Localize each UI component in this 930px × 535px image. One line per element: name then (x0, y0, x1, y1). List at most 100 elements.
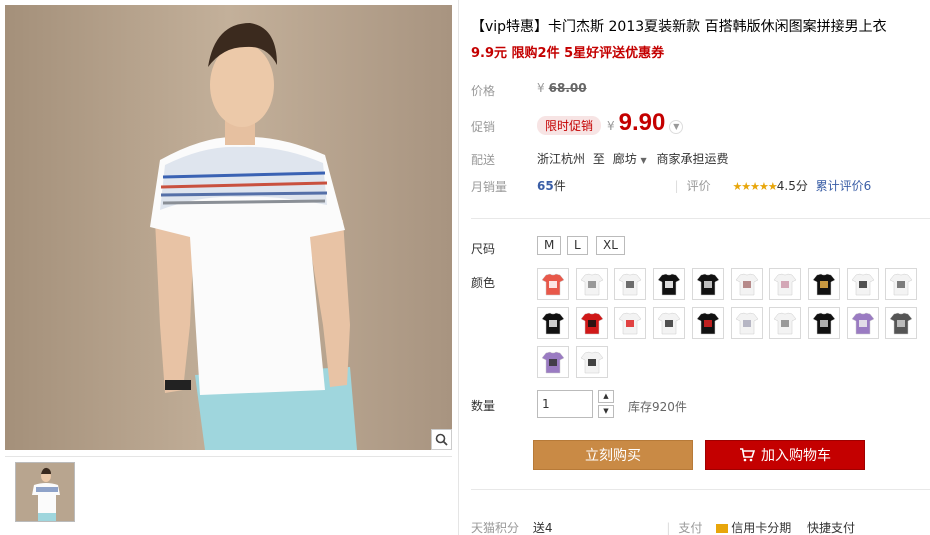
cart-icon (740, 448, 755, 462)
size-option-m[interactable]: M (537, 236, 562, 255)
tshirt-icon (657, 312, 681, 335)
shipping-fee-note: 商家承担运费 (656, 152, 729, 166)
tshirt-icon (851, 273, 874, 296)
tshirt-icon (851, 312, 874, 335)
size-option-l[interactable]: L (567, 236, 588, 255)
review-count-link[interactable]: 累计评价6 (816, 179, 872, 193)
quantity-input[interactable] (537, 390, 593, 418)
buy-now-button[interactable]: 立刻购买 (533, 440, 693, 470)
tshirt-icon (580, 312, 604, 335)
product-info-panel: 【vip特惠】卡门杰斯 2013夏装新款 百搭韩版休闲图案拼接男上衣 9.9元 … (458, 0, 930, 535)
quantity-label: 数量 (471, 399, 496, 413)
promo-currency: ¥ (607, 119, 615, 133)
color-swatch[interactable] (769, 268, 802, 300)
color-swatch[interactable] (769, 307, 802, 339)
section-divider (471, 218, 930, 219)
color-swatch[interactable] (730, 307, 763, 339)
color-swatch[interactable] (537, 268, 569, 300)
color-swatch[interactable] (846, 268, 879, 300)
divider: | (666, 521, 671, 535)
zoom-button[interactable] (431, 429, 452, 450)
sales-label: 月销量 (471, 180, 508, 194)
color-swatch[interactable] (575, 268, 608, 300)
ship-to-word: 至 (592, 152, 605, 166)
tshirt-icon (619, 312, 642, 335)
color-swatch[interactable] (807, 268, 840, 300)
sales-row: 65件 | 评价 ★★★★★4.5分 累计评价6 (537, 177, 871, 194)
tshirt-icon (812, 273, 836, 296)
points-label: 天猫积分 (471, 521, 520, 535)
thumbnail-image[interactable] (15, 462, 75, 522)
color-swatch[interactable] (885, 268, 918, 300)
tshirt-icon (696, 312, 720, 335)
sales-unit: 件 (553, 179, 566, 193)
main-product-image[interactable] (5, 5, 452, 450)
original-price-value: 68.00 (548, 81, 587, 95)
color-swatch[interactable] (691, 268, 724, 300)
add-to-cart-button[interactable]: 加入购物车 (705, 440, 865, 470)
price-label: 价格 (471, 84, 496, 98)
points-value: 送4 (532, 521, 553, 535)
shipping-row: 浙江杭州 至 廊坊 ▼ 商家承担运费 (537, 150, 729, 167)
section-divider (471, 489, 930, 490)
quantity-decrease-button[interactable]: ▼ (598, 405, 614, 418)
promo-badge: 限时促销 (537, 116, 602, 135)
rating-label: 评价 (686, 179, 711, 193)
color-swatch[interactable] (614, 307, 647, 339)
tshirt-icon (773, 312, 797, 335)
color-swatch[interactable] (653, 268, 686, 300)
color-swatch[interactable] (575, 307, 608, 339)
promo-price-row: 限时促销 ¥9.90 ▼ (537, 109, 684, 137)
thumbnail-strip (5, 456, 452, 530)
color-label: 颜色 (471, 276, 496, 290)
color-swatch[interactable] (537, 307, 569, 339)
size-option-xl[interactable]: XL (596, 236, 625, 255)
tshirt-icon (735, 273, 758, 296)
shipping-label: 配送 (471, 153, 496, 167)
color-swatch[interactable] (575, 346, 608, 378)
monthly-sales-count: 65 (537, 179, 554, 193)
rating-score: 4.5分 (776, 179, 808, 193)
magnifier-icon (435, 433, 448, 446)
star-rating-icon: ★★★★★ (732, 180, 777, 193)
tshirt-icon (812, 312, 836, 335)
currency-symbol: ¥ (537, 81, 545, 95)
product-title: 【vip特惠】卡门杰斯 2013夏装新款 百搭韩版休闲图案拼接男上衣 (471, 19, 887, 35)
color-swatch[interactable] (691, 307, 724, 339)
tshirt-icon (889, 273, 913, 296)
add-to-cart-label: 加入购物车 (761, 448, 831, 464)
tshirt-icon (580, 273, 604, 296)
model-photo (5, 5, 452, 450)
ship-from: 浙江杭州 (537, 152, 586, 166)
color-swatch[interactable] (885, 307, 918, 339)
color-swatch[interactable] (614, 268, 647, 300)
tshirt-icon (773, 273, 797, 296)
payment-row: 天猫积分 送4 | 支付 信用卡分期 快捷支付 (471, 519, 930, 535)
tshirt-icon (541, 312, 565, 335)
color-swatch[interactable] (537, 346, 569, 378)
ship-destination-select[interactable]: 廊坊 ▼ (613, 152, 647, 166)
color-swatch[interactable] (653, 307, 686, 339)
tshirt-icon (619, 273, 642, 296)
tshirt-icon (735, 312, 758, 335)
tshirt-icon (657, 273, 681, 296)
promo-price: 9.90 (618, 109, 666, 136)
color-swatch[interactable] (846, 307, 879, 339)
color-swatch[interactable] (730, 268, 763, 300)
credit-card-icon (716, 524, 729, 533)
divider: | (674, 179, 679, 193)
credit-installment-link[interactable]: 信用卡分期 (731, 521, 791, 535)
chevron-down-icon[interactable]: ▼ (669, 119, 684, 134)
tshirt-icon (696, 273, 720, 296)
tshirt-icon (541, 273, 565, 296)
tshirt-icon (541, 351, 565, 374)
quantity-increase-button[interactable]: ▲ (598, 390, 614, 403)
original-price: ¥68.00 (537, 81, 587, 95)
product-subtitle: 9.9元 限购2件 5星好评送优惠券 (471, 46, 665, 61)
tshirt-icon (580, 351, 604, 374)
caret-down-icon: ▼ (640, 156, 647, 165)
pay-label: 支付 (678, 521, 703, 535)
color-swatch[interactable] (807, 307, 840, 339)
size-label: 尺码 (471, 242, 496, 256)
quick-pay-link[interactable]: 快捷支付 (807, 521, 855, 535)
